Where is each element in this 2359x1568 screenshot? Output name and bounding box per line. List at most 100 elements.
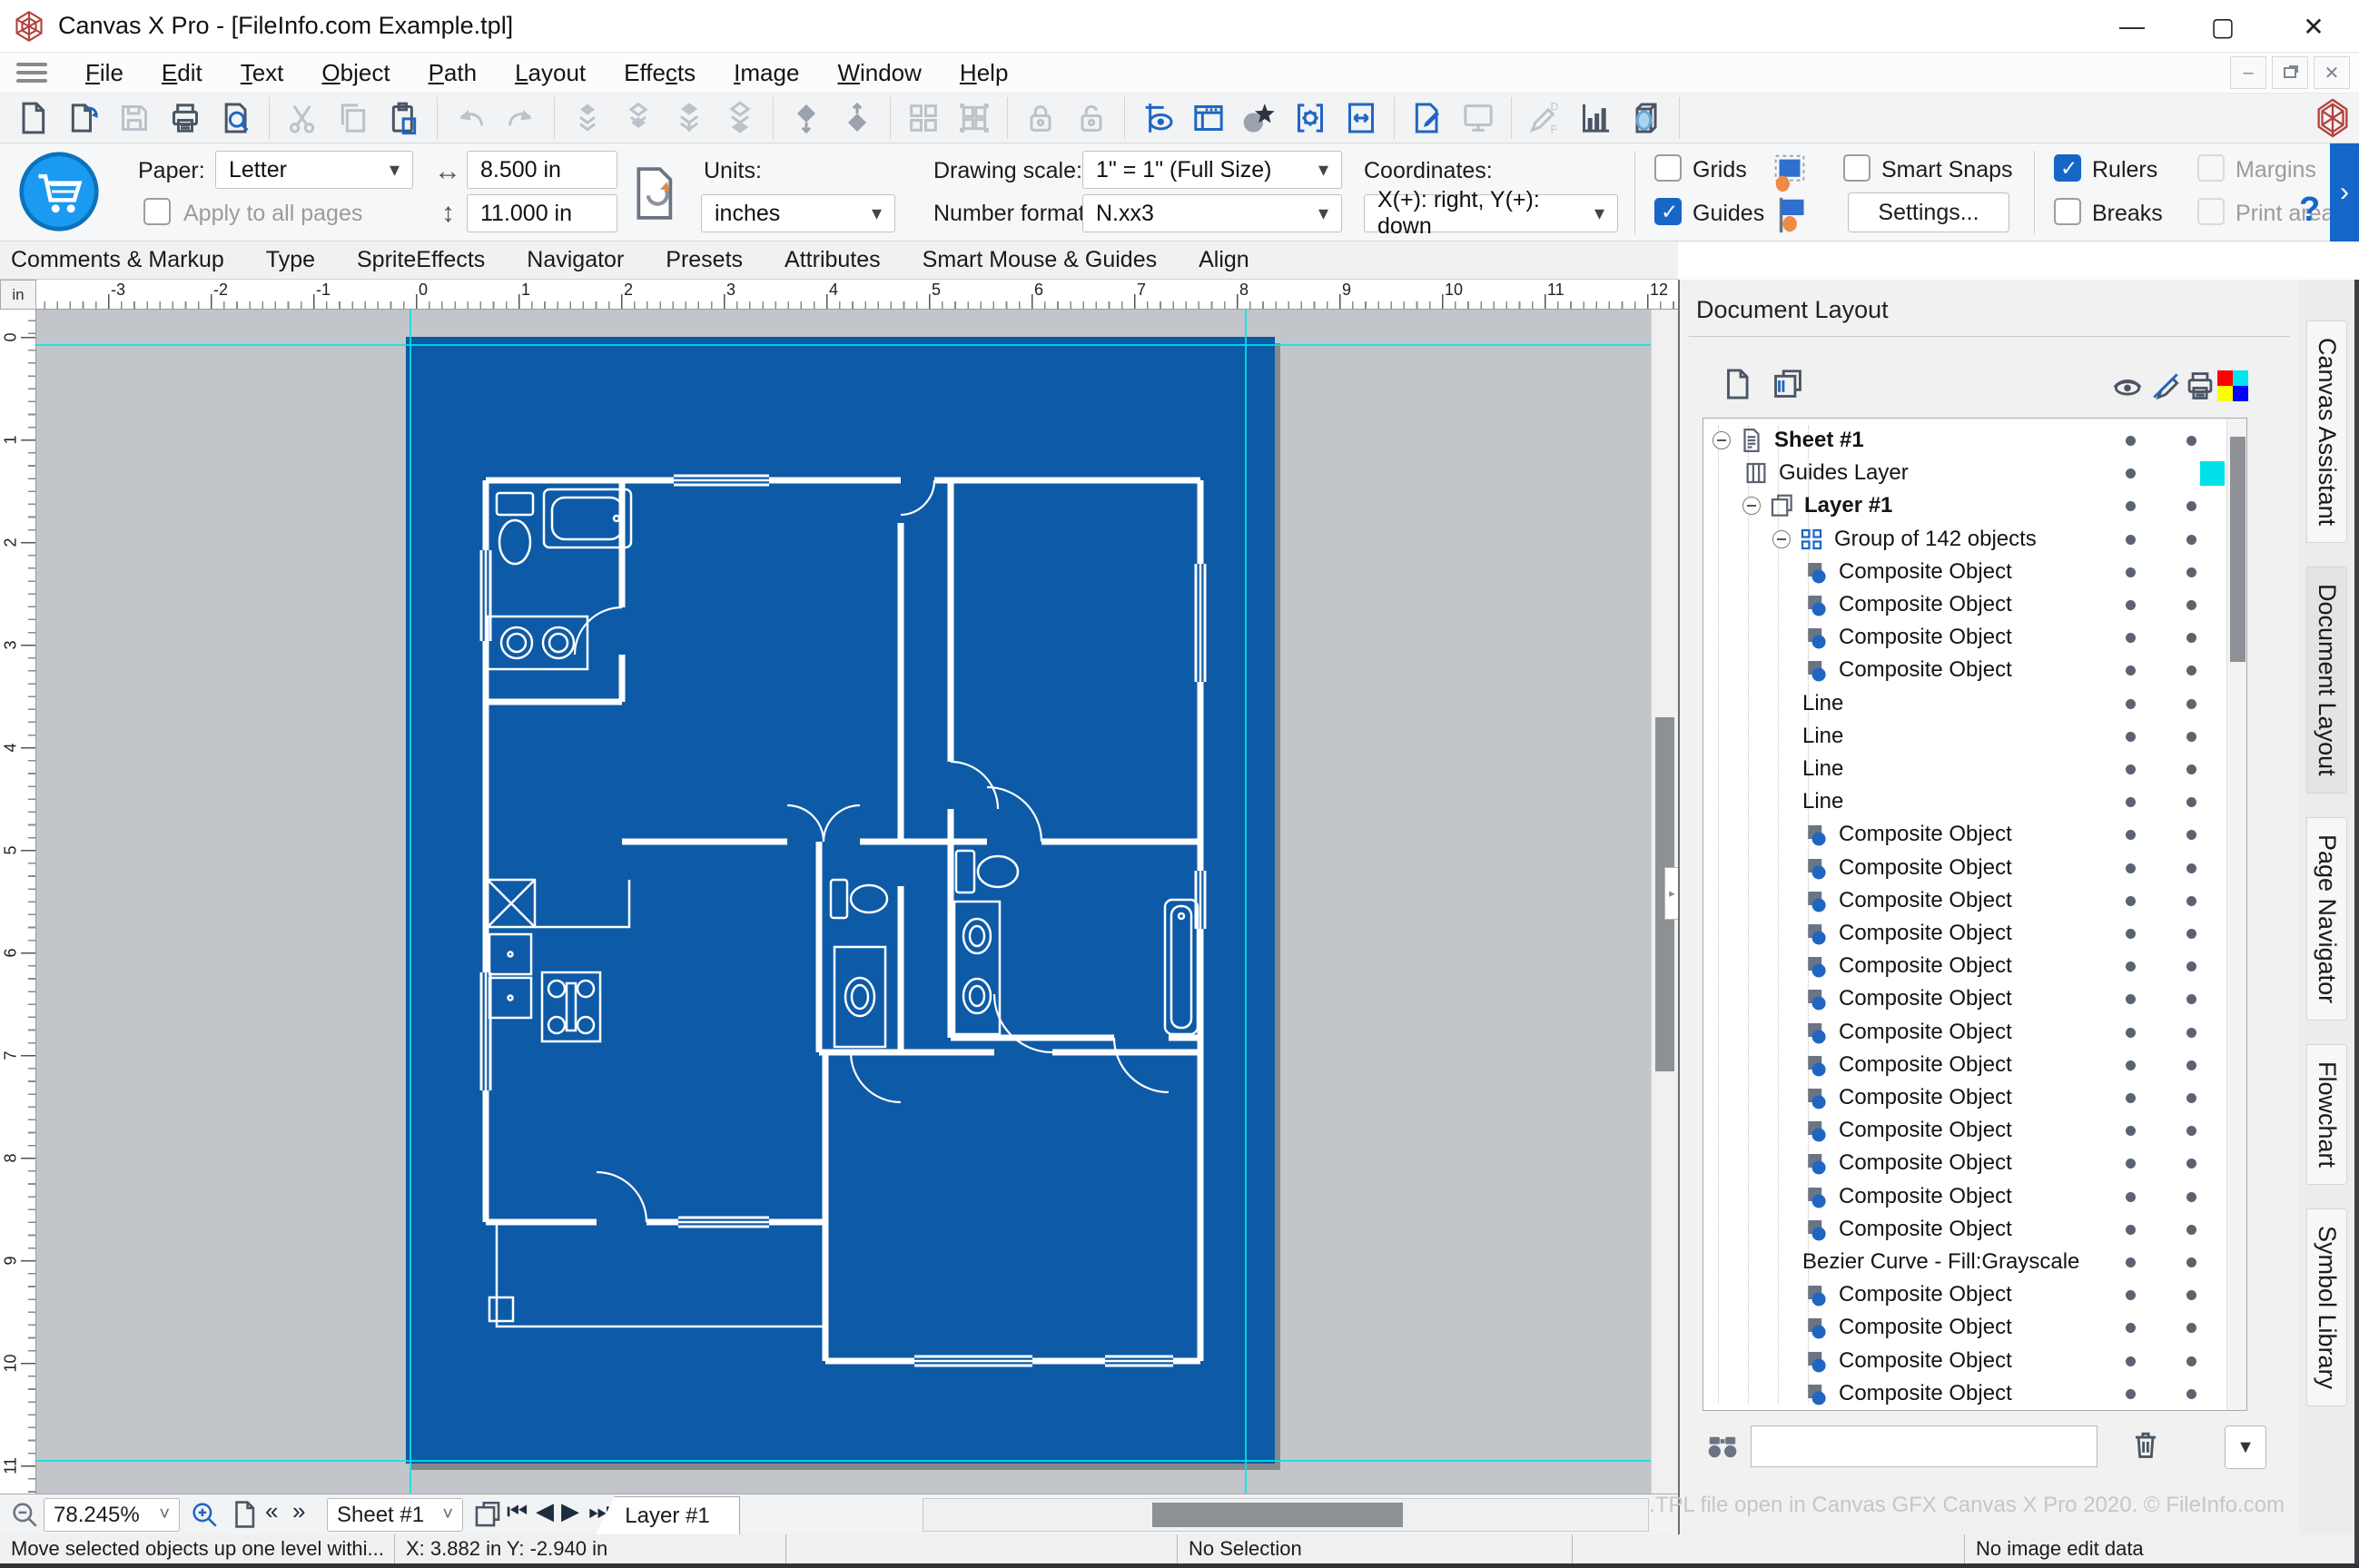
rulers-checkbox[interactable]: [2054, 154, 2081, 182]
print-dot[interactable]: [2186, 1191, 2196, 1202]
hamburger-icon[interactable]: [16, 63, 47, 83]
print-dot[interactable]: [2186, 895, 2196, 906]
visibility-dot[interactable]: [2126, 1323, 2136, 1334]
paper-height-input[interactable]: 11.000 in: [467, 194, 617, 232]
vertical-ruler[interactable]: 0 1 2 3 4 5 6 7 8 9 10 11: [0, 310, 36, 1494]
margins-checkbox[interactable]: [2197, 154, 2225, 182]
visibility-dot[interactable]: [2126, 962, 2136, 972]
document-page[interactable]: [406, 337, 1275, 1464]
doc-close-button[interactable]: ✕: [2314, 56, 2350, 89]
menu-image[interactable]: Image: [734, 59, 799, 87]
number-format-select[interactable]: N.xx3: [1082, 194, 1342, 232]
tree-row-composite-object[interactable]: Composite Object: [1703, 1311, 2226, 1344]
data-pen-icon[interactable]: DF: [1519, 97, 1570, 139]
new-layer-panel-icon[interactable]: [1771, 367, 1805, 401]
print-dot[interactable]: [2186, 600, 2196, 610]
menu-path[interactable]: Path: [429, 59, 478, 87]
help-button[interactable]: ?: [2299, 191, 2320, 230]
copy-icon[interactable]: [328, 97, 379, 139]
menu-text[interactable]: Text: [241, 59, 284, 87]
bring-to-front-icon[interactable]: [664, 97, 715, 139]
menu-help[interactable]: Help: [960, 59, 1008, 87]
visibility-dot[interactable]: [2126, 698, 2136, 709]
tree-row-composite-object[interactable]: Composite Object: [1703, 654, 2226, 686]
visibility-dot[interactable]: [2126, 797, 2136, 808]
tree-row-guides-layer[interactable]: Guides Layer: [1703, 457, 2226, 489]
tree-row-composite-object[interactable]: Composite Object: [1703, 982, 2226, 1015]
zoom-out-icon[interactable]: [9, 1499, 40, 1530]
first-sheet-button[interactable]: «: [265, 1497, 278, 1525]
sprite-effects-icon[interactable]: [1234, 97, 1285, 139]
menu-effects[interactable]: Effects: [624, 59, 696, 87]
menu-window[interactable]: Window: [837, 59, 921, 87]
move-down-one-level-icon[interactable]: [832, 97, 883, 139]
tree-row-composite-object[interactable]: Composite Object: [1703, 852, 2226, 884]
layer-search-input[interactable]: [1751, 1425, 2097, 1467]
print-preview-icon[interactable]: [211, 97, 262, 139]
print-dot[interactable]: [2186, 1257, 2196, 1267]
send-backward-icon[interactable]: [613, 97, 664, 139]
tree-row-composite-object[interactable]: Composite Object: [1703, 1278, 2226, 1311]
zoom-level-select[interactable]: 78.245%: [44, 1498, 180, 1532]
tree-row-composite-object[interactable]: Composite Object: [1703, 1016, 2226, 1049]
new-sheet-panel-icon[interactable]: [1720, 367, 1754, 401]
tab-attributes[interactable]: Attributes: [785, 247, 881, 273]
print-dot[interactable]: [2186, 1027, 2196, 1038]
visibility-dot[interactable]: [2126, 436, 2136, 446]
visibility-dot[interactable]: [2126, 1191, 2136, 1202]
tree-row-composite-object[interactable]: Composite Object: [1703, 1081, 2226, 1114]
guide-line-top[interactable]: [36, 344, 1651, 346]
visibility-dot[interactable]: [2126, 666, 2136, 676]
print-dot[interactable]: [2186, 1060, 2196, 1070]
lock-icon[interactable]: [1015, 97, 1066, 139]
open-document-icon[interactable]: [58, 97, 109, 139]
visibility-dot[interactable]: [2126, 731, 2136, 742]
visibility-dot[interactable]: [2126, 567, 2136, 577]
group-objects-icon[interactable]: [898, 97, 949, 139]
visibility-dot[interactable]: [2126, 830, 2136, 841]
tree-scrollbar-thumb[interactable]: [2230, 437, 2245, 662]
print-dot[interactable]: [2186, 1356, 2196, 1366]
tree-row-composite-object[interactable]: Composite Object: [1703, 588, 2226, 621]
print-dot[interactable]: [2186, 731, 2196, 742]
guide-line-bottom[interactable]: [36, 1460, 1651, 1462]
visibility-dot[interactable]: [2126, 1257, 2136, 1267]
resize-tool-icon[interactable]: [1336, 97, 1387, 139]
print-dot[interactable]: [2186, 830, 2196, 841]
tree-row-sheet-1[interactable]: Sheet #1: [1703, 424, 2226, 457]
apply-all-checkbox[interactable]: [143, 198, 171, 225]
drawing-scale-select[interactable]: 1" = 1" (Full Size): [1082, 151, 1342, 189]
layers-nav-icon[interactable]: [472, 1499, 503, 1530]
cut-icon[interactable]: [277, 97, 328, 139]
visibility-dot[interactable]: [2126, 1290, 2136, 1301]
visibility-dot[interactable]: [2126, 1356, 2136, 1366]
smart-snaps-checkbox[interactable]: [1843, 154, 1870, 182]
visibility-dot[interactable]: [2126, 764, 2136, 774]
prev-layer-button[interactable]: ◀: [536, 1497, 554, 1525]
paste-icon[interactable]: [379, 97, 429, 139]
units-select[interactable]: inches: [701, 194, 895, 232]
print-dot[interactable]: [2186, 1323, 2196, 1334]
chart-tool-icon[interactable]: [1570, 97, 1621, 139]
visibility-dot[interactable]: [2126, 1093, 2136, 1103]
menu-layout[interactable]: Layout: [515, 59, 586, 87]
print-dot[interactable]: [2186, 1388, 2196, 1399]
annotate-icon[interactable]: [1402, 97, 1453, 139]
new-document-icon[interactable]: [7, 97, 58, 139]
layer-color-swatch[interactable]: [2200, 461, 2225, 487]
print-dot[interactable]: [2186, 797, 2196, 808]
save-document-icon[interactable]: [109, 97, 160, 139]
print-dot[interactable]: [2186, 567, 2196, 577]
tab-smart-mouse-guides[interactable]: Smart Mouse & Guides: [923, 247, 1157, 273]
print-dot[interactable]: [2186, 698, 2196, 709]
tree-row-group-of-142-objects[interactable]: Group of 142 objects: [1703, 523, 2226, 556]
layer-tab[interactable]: Layer #1: [595, 1496, 740, 1535]
paper-select[interactable]: Letter: [215, 151, 413, 189]
canvas-area[interactable]: [36, 310, 1651, 1494]
visibility-dot[interactable]: [2126, 994, 2136, 1005]
tree-row-composite-object[interactable]: Composite Object: [1703, 1114, 2226, 1147]
redo-icon[interactable]: [496, 97, 547, 139]
visibility-dot[interactable]: [2126, 1027, 2136, 1038]
tree-row-line[interactable]: Line: [1703, 720, 2226, 753]
horizontal-scrollbar[interactable]: [923, 1498, 1649, 1532]
